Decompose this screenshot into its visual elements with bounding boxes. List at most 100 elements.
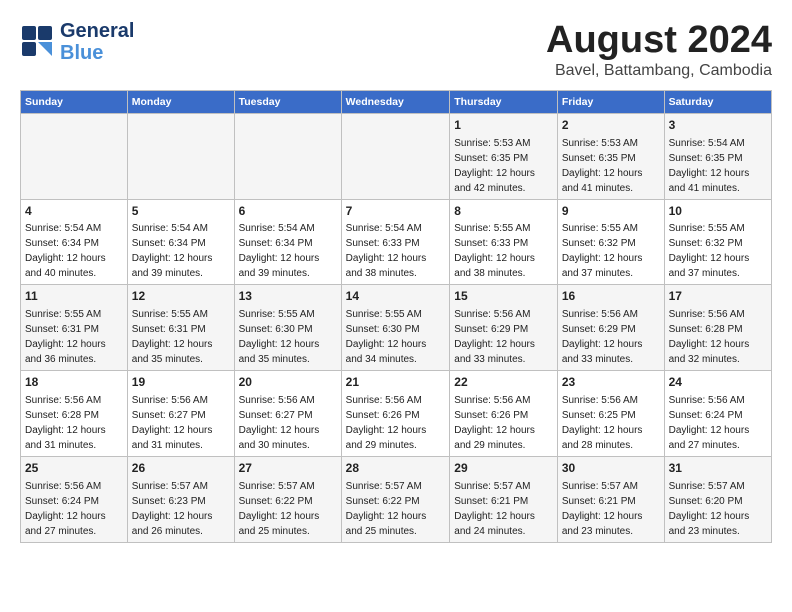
calendar-cell: 3 Sunrise: 5:54 AM Sunset: 6:35 PM Daylig… [664,113,771,199]
day-info: Sunrise: 5:54 AM Sunset: 6:34 PM Dayligh… [239,223,320,279]
day-info: Sunrise: 5:55 AM Sunset: 6:31 PM Dayligh… [25,309,106,365]
calendar-cell: 1 Sunrise: 5:53 AM Sunset: 6:35 PM Daylig… [450,113,558,199]
calendar-table: SundayMondayTuesdayWednesdayThursdayFrid… [20,90,772,543]
calendar-cell: 20 Sunrise: 5:56 AM Sunset: 6:27 PM Dayli… [234,371,341,457]
day-info: Sunrise: 5:56 AM Sunset: 6:27 PM Dayligh… [239,395,320,451]
calendar-cell: 9 Sunrise: 5:55 AM Sunset: 6:32 PM Daylig… [557,199,664,285]
logo-line1: General [60,20,134,42]
day-number: 1 [454,117,553,134]
day-info: Sunrise: 5:55 AM Sunset: 6:30 PM Dayligh… [239,309,320,365]
calendar-cell: 4Sunrise: 5:54 AM Sunset: 6:34 PM Daylig… [21,199,128,285]
calendar-cell [21,113,128,199]
day-number: 10 [669,203,767,220]
week-row-5: 25 Sunrise: 5:56 AM Sunset: 6:24 PM Dayli… [21,456,772,542]
day-number: 8 [454,203,553,220]
day-number: 14 [346,288,446,305]
day-number: 24 [669,374,767,391]
calendar-cell: 11 Sunrise: 5:55 AM Sunset: 6:31 PM Dayli… [21,285,128,371]
calendar-cell: 10 Sunrise: 5:55 AM Sunset: 6:32 PM Dayli… [664,199,771,285]
calendar-cell: 27Sunrise: 5:57 AM Sunset: 6:22 PM Dayli… [234,456,341,542]
day-info: Sunrise: 5:56 AM Sunset: 6:26 PM Dayligh… [454,395,535,451]
day-info: Sunrise: 5:54 AM Sunset: 6:33 PM Dayligh… [346,223,427,279]
week-row-3: 11 Sunrise: 5:55 AM Sunset: 6:31 PM Dayli… [21,285,772,371]
calendar-cell: 5Sunrise: 5:54 AM Sunset: 6:34 PM Daylig… [127,199,234,285]
calendar-cell: 25 Sunrise: 5:56 AM Sunset: 6:24 PM Dayli… [21,456,128,542]
logo: General Blue [20,20,134,64]
day-number: 15 [454,288,553,305]
day-number: 11 [25,288,123,305]
calendar-cell: 23 Sunrise: 5:56 AM Sunset: 6:25 PM Dayli… [557,371,664,457]
calendar-cell: 7 Sunrise: 5:54 AM Sunset: 6:33 PM Daylig… [341,199,450,285]
calendar-cell: 12 Sunrise: 5:55 AM Sunset: 6:31 PM Dayli… [127,285,234,371]
calendar-cell: 18 Sunrise: 5:56 AM Sunset: 6:28 PM Dayli… [21,371,128,457]
calendar-cell: 15 Sunrise: 5:56 AM Sunset: 6:29 PM Dayli… [450,285,558,371]
day-number: 7 [346,203,446,220]
header-row: SundayMondayTuesdayWednesdayThursdayFrid… [21,90,772,113]
title-block: August 2024 Bavel, Battambang, Cambodia [546,20,772,80]
calendar-cell: 16 Sunrise: 5:56 AM Sunset: 6:29 PM Dayli… [557,285,664,371]
day-info: Sunrise: 5:55 AM Sunset: 6:31 PM Dayligh… [132,309,213,365]
day-info: Sunrise: 5:57 AM Sunset: 6:23 PM Dayligh… [132,481,213,537]
calendar-cell: 26 Sunrise: 5:57 AM Sunset: 6:23 PM Dayli… [127,456,234,542]
calendar-cell [127,113,234,199]
day-info: Sunrise: 5:57 AM Sunset: 6:22 PM Dayligh… [346,481,427,537]
day-header-thursday: Thursday [450,90,558,113]
day-number: 29 [454,460,553,477]
day-info: Sunrise: 5:53 AM Sunset: 6:35 PM Dayligh… [454,138,535,194]
day-info: Sunrise: 5:56 AM Sunset: 6:26 PM Dayligh… [346,395,427,451]
day-number: 17 [669,288,767,305]
day-number: 23 [562,374,660,391]
calendar-cell: 28 Sunrise: 5:57 AM Sunset: 6:22 PM Dayli… [341,456,450,542]
day-info: Sunrise: 5:56 AM Sunset: 6:29 PM Dayligh… [562,309,643,365]
day-number: 6 [239,203,337,220]
calendar-cell: 14Sunrise: 5:55 AM Sunset: 6:30 PM Dayli… [341,285,450,371]
day-info: Sunrise: 5:56 AM Sunset: 6:25 PM Dayligh… [562,395,643,451]
day-info: Sunrise: 5:54 AM Sunset: 6:35 PM Dayligh… [669,138,750,194]
calendar-cell [234,113,341,199]
calendar-cell: 6 Sunrise: 5:54 AM Sunset: 6:34 PM Daylig… [234,199,341,285]
day-number: 20 [239,374,337,391]
day-info: Sunrise: 5:56 AM Sunset: 6:28 PM Dayligh… [25,395,106,451]
day-info: Sunrise: 5:56 AM Sunset: 6:24 PM Dayligh… [25,481,106,537]
month-title: August 2024 [546,20,772,62]
day-info: Sunrise: 5:57 AM Sunset: 6:22 PM Dayligh… [239,481,320,537]
day-header-friday: Friday [557,90,664,113]
calendar-cell: 22 Sunrise: 5:56 AM Sunset: 6:26 PM Dayli… [450,371,558,457]
day-number: 2 [562,117,660,134]
day-number: 12 [132,288,230,305]
calendar-cell: 31 Sunrise: 5:57 AM Sunset: 6:20 PM Dayli… [664,456,771,542]
day-info: Sunrise: 5:57 AM Sunset: 6:21 PM Dayligh… [454,481,535,537]
day-info: Sunrise: 5:55 AM Sunset: 6:32 PM Dayligh… [669,223,750,279]
calendar-cell: 24Sunrise: 5:56 AM Sunset: 6:24 PM Dayli… [664,371,771,457]
day-number: 4 [25,203,123,220]
calendar-cell: 8Sunrise: 5:55 AM Sunset: 6:33 PM Daylig… [450,199,558,285]
day-info: Sunrise: 5:57 AM Sunset: 6:21 PM Dayligh… [562,481,643,537]
day-info: Sunrise: 5:55 AM Sunset: 6:32 PM Dayligh… [562,223,643,279]
day-header-monday: Monday [127,90,234,113]
day-number: 3 [669,117,767,134]
day-number: 16 [562,288,660,305]
day-number: 5 [132,203,230,220]
day-number: 26 [132,460,230,477]
calendar-cell: 19Sunrise: 5:56 AM Sunset: 6:27 PM Dayli… [127,371,234,457]
day-info: Sunrise: 5:57 AM Sunset: 6:20 PM Dayligh… [669,481,750,537]
day-number: 9 [562,203,660,220]
logo-line2: Blue [60,42,134,64]
day-number: 18 [25,374,123,391]
day-number: 19 [132,374,230,391]
day-number: 30 [562,460,660,477]
location: Bavel, Battambang, Cambodia [546,62,772,80]
day-number: 13 [239,288,337,305]
calendar-cell: 17Sunrise: 5:56 AM Sunset: 6:28 PM Dayli… [664,285,771,371]
calendar-cell: 21 Sunrise: 5:56 AM Sunset: 6:26 PM Dayli… [341,371,450,457]
day-info: Sunrise: 5:53 AM Sunset: 6:35 PM Dayligh… [562,138,643,194]
calendar-cell: 2 Sunrise: 5:53 AM Sunset: 6:35 PM Daylig… [557,113,664,199]
day-number: 25 [25,460,123,477]
day-number: 28 [346,460,446,477]
calendar-cell: 29 Sunrise: 5:57 AM Sunset: 6:21 PM Dayli… [450,456,558,542]
day-number: 31 [669,460,767,477]
day-number: 21 [346,374,446,391]
day-number: 22 [454,374,553,391]
calendar-cell: 30 Sunrise: 5:57 AM Sunset: 6:21 PM Dayli… [557,456,664,542]
day-info: Sunrise: 5:56 AM Sunset: 6:29 PM Dayligh… [454,309,535,365]
